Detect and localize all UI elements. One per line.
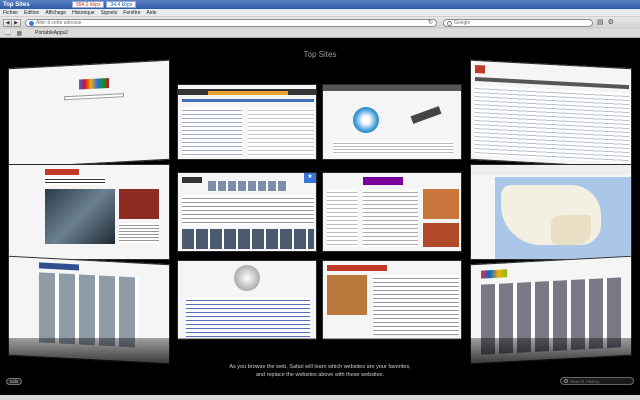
grid-icon[interactable]: ▦ xyxy=(16,30,22,37)
address-bar[interactable]: ↻ xyxy=(25,19,437,27)
window-title: Top Sites xyxy=(3,1,30,8)
search-icon xyxy=(447,20,452,26)
search-input[interactable] xyxy=(454,20,584,26)
tile-wikipedia[interactable] xyxy=(177,260,317,340)
tile-google-maps[interactable] xyxy=(470,164,632,260)
status-bar xyxy=(0,395,640,400)
book-icon[interactable]: 📖 xyxy=(4,30,11,37)
menu-signets[interactable]: Signets xyxy=(101,10,118,16)
tile-news-portal[interactable] xyxy=(177,84,317,160)
info-line-2: and replace the websites above with thes… xyxy=(255,372,385,378)
tile-yahoo[interactable] xyxy=(322,172,462,252)
pinned-star-icon: ★ xyxy=(304,173,316,183)
menu-bar: Fichier Edition Affichage Historique Sig… xyxy=(0,9,640,17)
tile-lemonde-news[interactable] xyxy=(8,164,170,260)
tile-magazine[interactable] xyxy=(322,260,462,340)
gear-icon[interactable]: ⚙ xyxy=(608,19,614,27)
top-sites-title: Top Sites xyxy=(303,50,337,59)
download-speed: 994.2 kbps xyxy=(72,1,105,8)
bookmark-item[interactable]: PortableApps2 xyxy=(35,30,68,36)
menu-edition[interactable]: Edition xyxy=(24,10,39,16)
top-sites-view: Top Sites ★ As you browse the web, Safar… xyxy=(0,38,640,395)
page-menu-icon[interactable]: ▤ xyxy=(597,19,604,27)
menu-affichage[interactable]: Affichage xyxy=(45,10,66,16)
tile-safari-apple[interactable] xyxy=(322,84,462,160)
tile-forum-site[interactable] xyxy=(470,59,632,169)
reload-icon[interactable]: ↻ xyxy=(428,20,433,26)
title-bar: Top Sites 994.2 kbps 34.4 kbps xyxy=(0,0,640,9)
bookmarks-bar: 📖 ▦ PortableApps2 xyxy=(0,29,640,38)
back-button[interactable]: ◀ xyxy=(3,19,12,27)
toolbar: ◀ ▶ ↻ ▤ ⚙ xyxy=(0,17,640,29)
history-search-input[interactable] xyxy=(570,378,630,384)
globe-icon xyxy=(29,20,34,26)
top-sites-info: As you browse the web, Safari will learn… xyxy=(0,363,640,379)
tile-google[interactable] xyxy=(8,59,170,169)
forward-button[interactable]: ▶ xyxy=(12,19,21,27)
search-icon xyxy=(564,379,568,383)
address-input[interactable] xyxy=(36,20,426,26)
menu-fenetre[interactable]: Fenêtre xyxy=(123,10,140,16)
menu-fichier[interactable]: Fichier xyxy=(3,10,18,16)
info-line-1: As you browse the web, Safari will learn… xyxy=(229,364,411,370)
menu-aide[interactable]: Aide xyxy=(147,10,157,16)
history-search[interactable] xyxy=(560,377,634,385)
tile-tech-portal[interactable]: ★ xyxy=(177,172,317,252)
upload-speed: 34.4 kbps xyxy=(106,1,137,8)
search-box[interactable] xyxy=(443,19,593,27)
edit-button[interactable]: Edit xyxy=(6,378,22,385)
menu-historique[interactable]: Historique xyxy=(72,10,95,16)
